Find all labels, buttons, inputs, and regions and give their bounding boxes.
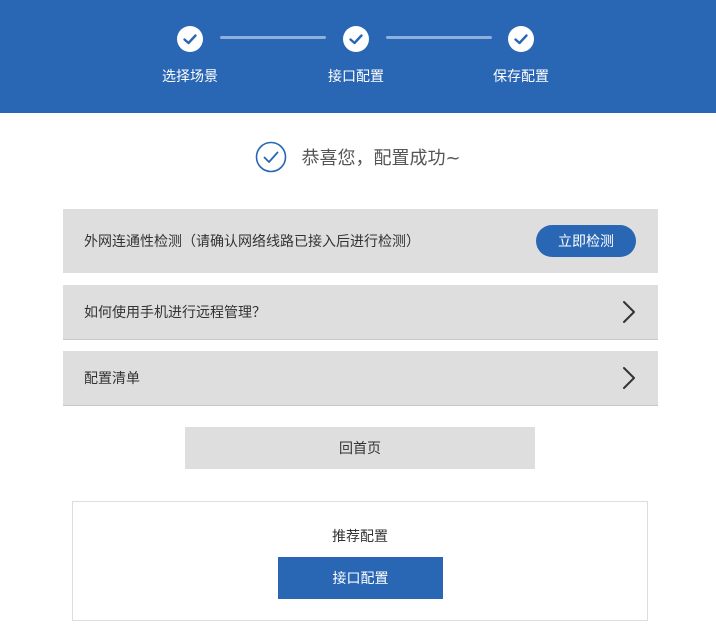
step-label: 选择场景 [162, 69, 218, 85]
page: 选择场景 接口配置 保存配置 恭喜您，配置成功~ 外网连通性检测（请确认网络线路… [0, 0, 716, 633]
step-interface-config: 接口配置 [296, 26, 416, 86]
chevron-right-icon [623, 301, 635, 323]
home-button[interactable]: 回首页 [185, 427, 535, 469]
remote-management-row[interactable]: 如何使用手机进行远程管理？ [63, 285, 658, 340]
step-check-icon [343, 26, 369, 52]
step-save-config: 保存配置 [461, 26, 581, 86]
check-now-button[interactable]: 立即检测 [536, 225, 636, 257]
remote-management-label: 如何使用手机进行远程管理？ [84, 305, 266, 321]
config-list-label: 配置清单 [84, 371, 140, 387]
step-select-scene: 选择场景 [130, 26, 250, 86]
connectivity-check-label: 外网连通性检测（请确认网络线路已接入后进行检测） [84, 234, 420, 250]
success-text: 恭喜您，配置成功~ [301, 148, 461, 169]
recommend-title: 推荐配置 [332, 529, 388, 545]
success-message: 恭喜您，配置成功~ [0, 140, 716, 174]
connectivity-check-row: 外网连通性检测（请确认网络线路已接入后进行检测） 立即检测 [63, 209, 658, 273]
step-label: 接口配置 [328, 69, 384, 85]
chevron-right-icon [623, 367, 635, 389]
recommend-panel: 推荐配置 接口配置 [72, 501, 648, 621]
stepper-header: 选择场景 接口配置 保存配置 [0, 0, 716, 113]
interface-config-button[interactable]: 接口配置 [278, 557, 443, 599]
step-check-icon [177, 26, 203, 52]
step-label: 保存配置 [493, 69, 549, 85]
config-list-row[interactable]: 配置清单 [63, 351, 658, 406]
check-circle-icon [256, 141, 287, 173]
step-check-icon [508, 26, 534, 52]
